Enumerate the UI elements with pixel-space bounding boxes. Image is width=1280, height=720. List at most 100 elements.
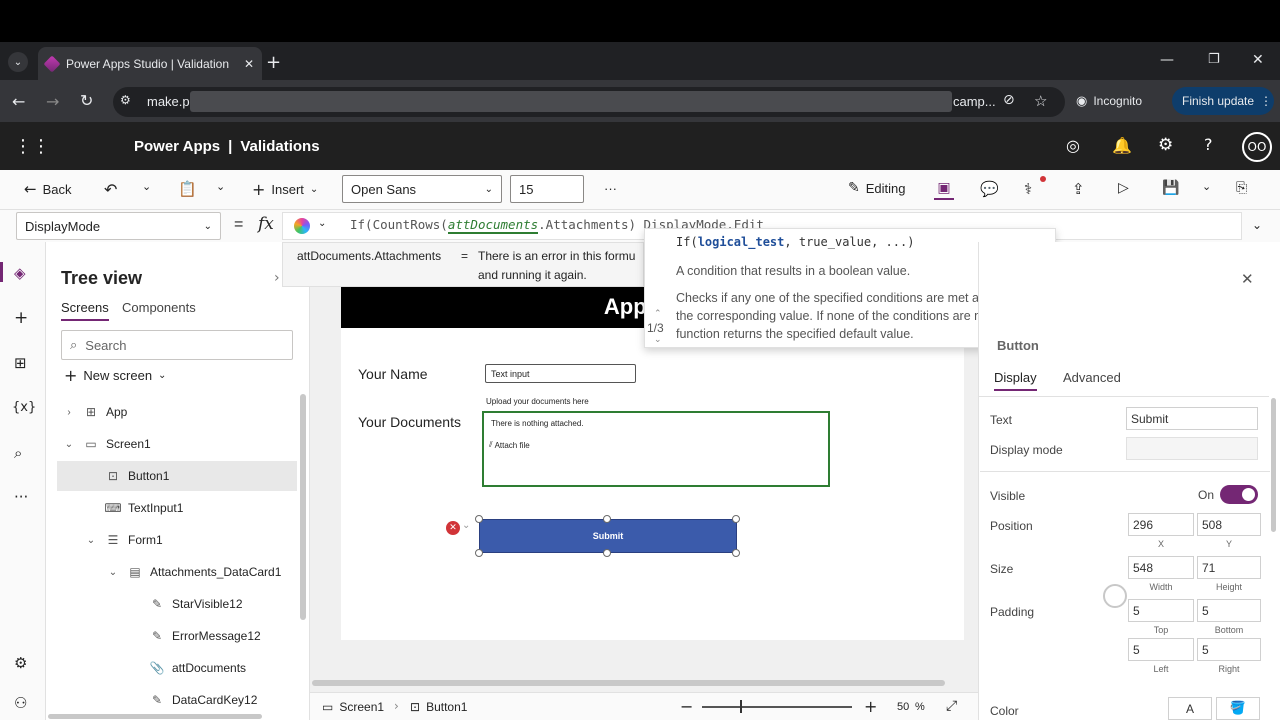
settings-gear-icon[interactable]: ⚙ (1158, 135, 1173, 155)
help-icon[interactable]: ? (1204, 135, 1213, 154)
app-checker-icon[interactable]: ▣ (934, 178, 954, 200)
canvas-hscrollbar[interactable] (312, 680, 945, 686)
back-arrow-icon[interactable]: ← (12, 92, 25, 111)
editing-mode-button[interactable]: ✎ Editing (848, 180, 905, 196)
name-text-input[interactable]: Text input (485, 364, 636, 383)
expand-formula-icon[interactable]: ⌄ (1252, 218, 1262, 232)
copilot-icon[interactable]: ◎ (1066, 136, 1080, 155)
font-size-input[interactable]: 15 (510, 175, 584, 203)
minimize-icon[interactable]: — (1160, 52, 1174, 68)
tab-screens[interactable]: Screens (61, 300, 109, 321)
resize-handle[interactable] (732, 515, 740, 523)
publish-icon[interactable]: ⎘ (1236, 180, 1247, 196)
tab-advanced[interactable]: Advanced (1063, 370, 1121, 385)
tree-item-attdocuments[interactable]: 📎 attDocuments (46, 653, 298, 683)
insert-plus-icon[interactable]: + (14, 308, 28, 328)
tree-item-datacard[interactable]: ⌄ ▤ Attachments_DataCard1 (46, 557, 298, 587)
reload-icon[interactable]: ↻ (80, 91, 93, 110)
new-screen-button[interactable]: + New screen ⌄ (64, 366, 166, 385)
avatar[interactable]: OO (1242, 132, 1272, 162)
data-icon[interactable]: ⊞ (14, 354, 27, 372)
props-scrollbar[interactable] (1271, 398, 1276, 532)
text-color-button[interactable]: A (1168, 697, 1212, 720)
resize-handle[interactable] (732, 549, 740, 557)
more-icon[interactable]: ··· (14, 488, 28, 506)
collapse-panel-icon[interactable]: › (274, 270, 280, 286)
padding-top-input[interactable]: 5 (1128, 599, 1194, 622)
resize-handle[interactable] (603, 549, 611, 557)
chevron-down-icon[interactable]: ⌄ (318, 218, 326, 229)
tree-item-starvisible12[interactable]: ✎ StarVisible12 (46, 589, 298, 619)
comment-icon[interactable]: 💬 (980, 180, 999, 198)
resize-handle[interactable] (475, 549, 483, 557)
visible-toggle[interactable] (1220, 485, 1258, 504)
save-icon[interactable]: 💾 (1162, 180, 1179, 196)
tree-item-form1[interactable]: ⌄ ☰ Form1 (46, 525, 298, 555)
tree-item-button1[interactable]: ⊡ Button1 (57, 461, 297, 491)
back-button[interactable]: ← Back (24, 180, 71, 198)
error-icon[interactable]: ✕ (446, 521, 460, 535)
control-breadcrumb[interactable]: ⊡ Button1 (410, 700, 467, 714)
submit-button[interactable]: Submit (479, 519, 737, 553)
tree-item-errormessage12[interactable]: ✎ ErrorMessage12 (46, 621, 298, 651)
close-window-icon[interactable]: ✕ (1252, 52, 1264, 68)
undo-dropdown-icon[interactable]: ⌄ (142, 180, 151, 193)
paste-dropdown-icon[interactable]: ⌄ (216, 180, 225, 193)
waffle-icon[interactable]: ⋮⋮ (14, 136, 50, 157)
save-dropdown-icon[interactable]: ⌄ (1202, 180, 1211, 193)
paste-icon[interactable]: 📋 (178, 180, 197, 198)
padding-left-input[interactable]: 5 (1128, 638, 1194, 661)
browser-tab[interactable]: Power Apps Studio | Validation ✕ (38, 47, 262, 80)
prev-overload-icon[interactable]: ⌃ (654, 309, 662, 319)
stethoscope-icon[interactable]: ⚕ (1024, 180, 1032, 198)
finish-update-button[interactable]: Finish update ⋮ (1172, 87, 1274, 115)
tab-components[interactable]: Components (122, 300, 196, 315)
site-info-icon[interactable]: ⚙ (120, 93, 131, 107)
text-prop-input[interactable]: Submit (1126, 407, 1258, 430)
tree-item-datacardkey12[interactable]: ✎ DataCardKey12 (46, 685, 298, 715)
height-input[interactable]: 71 (1197, 556, 1261, 579)
eye-off-icon[interactable]: ⊘ (1003, 92, 1015, 108)
new-tab-button[interactable]: + (266, 52, 281, 73)
settings-icon[interactable]: ⚙ (14, 654, 27, 672)
width-input[interactable]: 548 (1128, 556, 1194, 579)
restore-icon[interactable]: ❐ (1208, 52, 1220, 67)
fill-color-button[interactable]: 🪣 (1216, 697, 1260, 720)
resize-handle[interactable] (475, 515, 483, 523)
play-icon[interactable]: ▷ (1118, 180, 1129, 196)
tree-view-icon[interactable]: ◈ (14, 264, 26, 282)
attach-file-link[interactable]: ⫽ Attach file (489, 440, 530, 450)
tree-hscrollbar[interactable] (48, 714, 262, 719)
chevron-down-icon[interactable]: ⌄ (462, 520, 470, 531)
display-mode-select[interactable] (1126, 437, 1258, 460)
more-button[interactable]: ··· (604, 181, 617, 196)
undo-icon[interactable]: ↶ (104, 180, 117, 199)
bookmark-star-icon[interactable]: ☆ (1034, 92, 1047, 110)
power-automate-icon[interactable]: ⚇ (14, 694, 27, 712)
tree-item-textinput1[interactable]: ⌨ TextInput1 (46, 493, 298, 523)
zoom-out-icon[interactable]: − (680, 697, 693, 716)
close-tab-icon[interactable]: ✕ (244, 57, 254, 71)
tree-scrollbar[interactable] (300, 394, 306, 620)
forward-arrow-icon[interactable]: → (46, 92, 59, 111)
screen-breadcrumb[interactable]: ▭ Screen1 (322, 700, 384, 714)
zoom-in-icon[interactable]: + (864, 697, 877, 716)
share-icon[interactable]: ⇪ (1072, 180, 1085, 198)
tree-item-app[interactable]: › ⊞ App (46, 397, 298, 427)
position-x-input[interactable]: 296 (1128, 513, 1194, 536)
incognito-indicator[interactable]: ◉ Incognito (1076, 88, 1142, 114)
insert-button[interactable]: + Insert ⌄ (252, 180, 318, 199)
tab-search-icon[interactable]: ⌄ (8, 52, 28, 72)
position-y-input[interactable]: 508 (1197, 513, 1261, 536)
resize-handle[interactable] (603, 515, 611, 523)
zoom-slider[interactable] (702, 706, 852, 708)
property-select[interactable]: DisplayMode ⌄ (16, 212, 221, 240)
next-overload-icon[interactable]: ⌄ (654, 335, 662, 345)
zoom-slider-thumb[interactable] (740, 700, 742, 713)
fit-to-window-icon[interactable]: ⤢ (946, 698, 957, 714)
bell-icon[interactable]: 🔔 (1112, 136, 1132, 155)
search-icon[interactable]: ⌕ (14, 444, 22, 462)
tree-item-screen1[interactable]: ⌄ ▭ Screen1 (46, 429, 298, 459)
copilot-formula-icon[interactable] (294, 218, 310, 234)
attachments-box[interactable]: There is nothing attached. ⫽ Attach file (482, 411, 830, 487)
